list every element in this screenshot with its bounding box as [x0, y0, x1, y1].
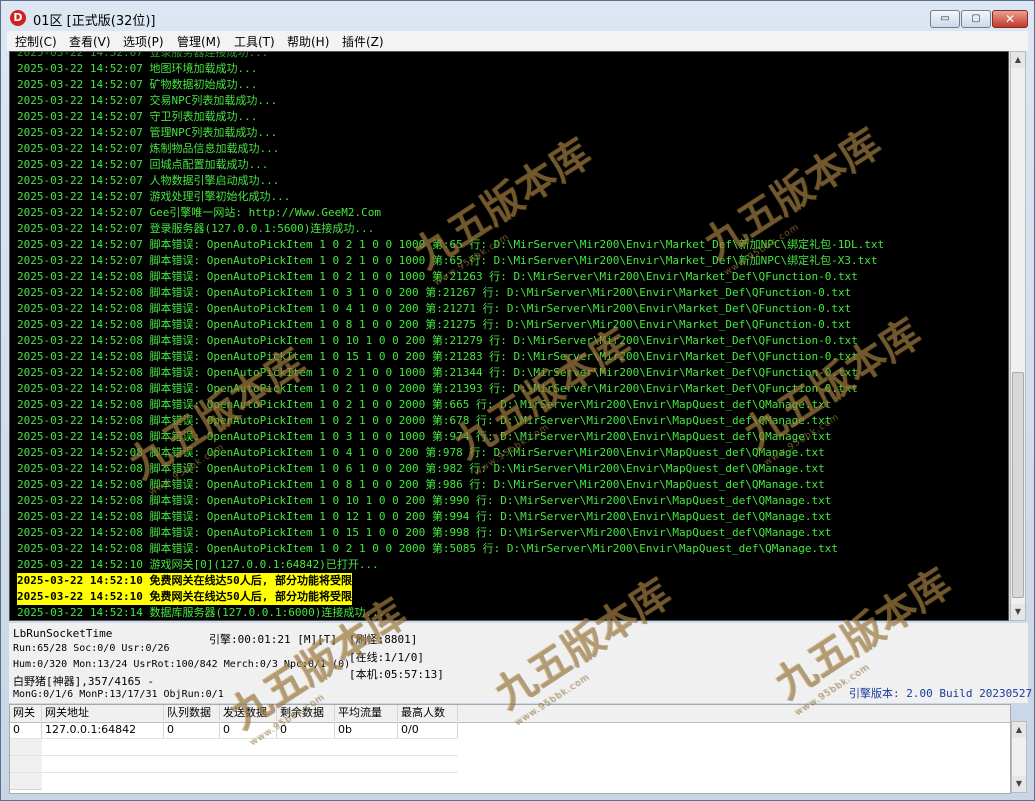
log-line: 2025-03-22 14:52:08 脚本错误: OpenAutoPickIt…	[17, 414, 832, 427]
log-line: 2025-03-22 14:52:07 登录服务器连接成功...	[17, 51, 269, 59]
log-line: 2025-03-22 14:52:07 登录服务器(127.0.0.1:5600…	[17, 222, 375, 235]
row-divider	[10, 755, 458, 756]
col-gateway[interactable]: 网关	[10, 705, 42, 721]
minimize-button[interactable]: ▭	[930, 10, 960, 28]
log-line: 2025-03-22 14:52:08 脚本错误: OpenAutoPickIt…	[17, 366, 858, 379]
hum-stats: Hum:0/320 Mon:13/24 UsrRot:100/842 Merch…	[13, 659, 351, 670]
log-line: 2025-03-22 14:52:08 脚本错误: OpenAutoPickIt…	[17, 430, 832, 443]
log-line-warning: 2025-03-22 14:52:10 免费网关在线达50人后, 部分功能将受限	[17, 589, 352, 605]
log-line: 2025-03-22 14:52:07 脚本错误: OpenAutoPickIt…	[17, 254, 878, 267]
table-row-cell[interactable]: 0b	[335, 722, 398, 738]
menu-plugins[interactable]: 插件(Z)	[342, 33, 384, 50]
map-info: 白野猪[神器],357/4165 -	[13, 675, 155, 688]
empty-row	[10, 739, 42, 756]
socket-time-label: LbRunSocketTime	[13, 627, 113, 640]
app-logo-icon: D	[10, 10, 26, 26]
scroll-up-icon[interactable]: ▲	[1011, 52, 1025, 68]
scroll-down-icon[interactable]: ▼	[1012, 776, 1026, 792]
log-line: 2025-03-22 14:52:08 脚本错误: OpenAutoPickIt…	[17, 286, 852, 299]
log-line: 2025-03-22 14:52:07 交易NPC列表加载成功...	[17, 94, 278, 107]
empty-row	[10, 756, 42, 773]
scroll-thumb[interactable]	[1012, 372, 1024, 598]
row-divider	[10, 772, 458, 773]
window-title: 01区 [正式版(32位)]	[33, 14, 156, 29]
table-scrollbar[interactable]: ▲ ▼	[1011, 721, 1027, 793]
log-line: 2025-03-22 14:52:07 Gee引擎唯一网站: http://Ww…	[17, 206, 382, 219]
table-row-cell[interactable]: 0/0	[398, 722, 458, 738]
scroll-up-icon[interactable]: ▲	[1012, 722, 1026, 738]
log-line: 2025-03-22 14:52:07 人物数据引擎启动成功...	[17, 174, 280, 187]
log-line: 2025-03-22 14:52:08 脚本错误: OpenAutoPickIt…	[17, 270, 858, 283]
log-line: 2025-03-22 14:52:08 脚本错误: OpenAutoPickIt…	[17, 302, 852, 315]
log-line: 2025-03-22 14:52:08 脚本错误: OpenAutoPickIt…	[17, 462, 825, 475]
log-line: 2025-03-22 14:52:14 数据库服务器(127.0.0.1:600…	[17, 606, 386, 619]
log-line: 2025-03-22 14:52:07 游戏处理引擎初始化成功...	[17, 190, 291, 203]
log-line: 2025-03-22 14:52:07 管理NPC列表加载成功...	[17, 126, 278, 139]
log-line: 2025-03-22 14:52:08 脚本错误: OpenAutoPickIt…	[17, 318, 852, 331]
empty-row	[10, 773, 42, 790]
log-line: 2025-03-22 14:52:08 脚本错误: OpenAutoPickIt…	[17, 446, 825, 459]
close-button[interactable]: ✕	[992, 10, 1028, 28]
log-line: 2025-03-22 14:52:08 脚本错误: OpenAutoPickIt…	[17, 350, 858, 363]
menu-help[interactable]: 帮助(H)	[287, 33, 329, 50]
log-line: 2025-03-22 14:52:08 脚本错误: OpenAutoPickIt…	[17, 478, 825, 491]
col-send-data[interactable]: 发送数据	[220, 705, 277, 721]
status-panel: LbRunSocketTime Run:65/28 Soc:0/0 Usr:0/…	[9, 623, 1032, 703]
gateway-table: 网关 网关地址 队列数据 发送数据 剩余数据 平均流量 最高人数 0 127.0…	[9, 704, 1011, 794]
row-divider	[10, 738, 458, 739]
engine-time: 引擎:00:01:21 [M][T]	[209, 633, 337, 646]
log-line: 2025-03-22 14:52:07 脚本错误: OpenAutoPickIt…	[17, 238, 885, 251]
scroll-down-icon[interactable]: ▼	[1011, 604, 1025, 620]
log-line: 2025-03-22 14:52:07 回城点配置加载成功...	[17, 158, 269, 171]
table-row-cell[interactable]: 0	[164, 722, 220, 738]
table-row-cell[interactable]: 127.0.0.1:64842	[42, 722, 164, 738]
menu-control[interactable]: 控制(C)	[15, 33, 57, 50]
main-window: D 01区 [正式版(32位)] ▭ ▢ ✕ 控制(C) 查看(V) 选项(P)…	[0, 0, 1035, 801]
log-line: 2025-03-22 14:52:07 守卫列表加载成功...	[17, 110, 258, 123]
log-console[interactable]: 2025-03-22 14:52:07 登录服务器连接成功... 2025-03…	[9, 51, 1009, 621]
col-remaining-data[interactable]: 剩余数据	[277, 705, 335, 721]
log-line: 2025-03-22 14:52:08 脚本错误: OpenAutoPickIt…	[17, 382, 858, 395]
log-line: 2025-03-22 14:52:08 脚本错误: OpenAutoPickIt…	[17, 494, 832, 507]
col-avg-traffic[interactable]: 平均流量	[335, 705, 398, 721]
log-line: 2025-03-22 14:52:07 炼制物品信息加载成功...	[17, 142, 280, 155]
log-line-warning: 2025-03-22 14:52:10 免费网关在线达50人后, 部分功能将受限	[17, 573, 352, 589]
online-count: [在线:1/1/0]	[349, 651, 424, 664]
log-line: 2025-03-22 14:52:10 游戏网关[0](127.0.0.1:64…	[17, 558, 379, 571]
menu-manage[interactable]: 管理(M)	[177, 33, 221, 50]
col-max-users[interactable]: 最高人数	[398, 705, 458, 721]
log-line: 2025-03-22 14:52:08 脚本错误: OpenAutoPickIt…	[17, 398, 832, 411]
col-gateway-address[interactable]: 网关地址	[42, 705, 164, 721]
log-line: 2025-03-22 14:52:08 脚本错误: OpenAutoPickIt…	[17, 510, 832, 523]
engine-version: 引擎版本: 2.00 Build 20230527	[849, 687, 1033, 700]
title-bar[interactable]: D 01区 [正式版(32位)] ▭ ▢ ✕	[1, 1, 1034, 31]
table-row-cell[interactable]: 0	[10, 722, 42, 738]
local-time: [本机:05:57:13]	[349, 668, 444, 681]
menu-bar: 控制(C) 查看(V) 选项(P) 管理(M) 工具(T) 帮助(H) 插件(Z…	[7, 31, 1028, 51]
log-scrollbar[interactable]: ▲ ▼	[1010, 51, 1026, 621]
log-line: 2025-03-22 14:52:08 脚本错误: OpenAutoPickIt…	[17, 526, 832, 539]
menu-view[interactable]: 查看(V)	[69, 33, 111, 50]
mong-stats: MonG:0/1/6 MonP:13/17/31 ObjRun:0/1	[13, 689, 224, 700]
run-stats: Run:65/28 Soc:0/0 Usr:0/26	[13, 643, 170, 654]
log-line: 2025-03-22 14:52:07 地图环境加载成功...	[17, 62, 258, 75]
col-queue-data[interactable]: 队列数据	[164, 705, 220, 721]
menu-options[interactable]: 选项(P)	[123, 33, 164, 50]
maximize-button[interactable]: ▢	[961, 10, 991, 28]
refresh-count: [刷怪:8801]	[349, 633, 418, 646]
log-line: 2025-03-22 14:52:07 矿物数据初始成功...	[17, 78, 258, 91]
table-row-cell[interactable]: 0	[220, 722, 277, 738]
table-row-cell[interactable]: 0	[277, 722, 335, 738]
menu-tools[interactable]: 工具(T)	[234, 33, 275, 50]
log-line: 2025-03-22 14:52:08 脚本错误: OpenAutoPickIt…	[17, 542, 838, 555]
log-line: 2025-03-22 14:52:08 脚本错误: OpenAutoPickIt…	[17, 334, 858, 347]
